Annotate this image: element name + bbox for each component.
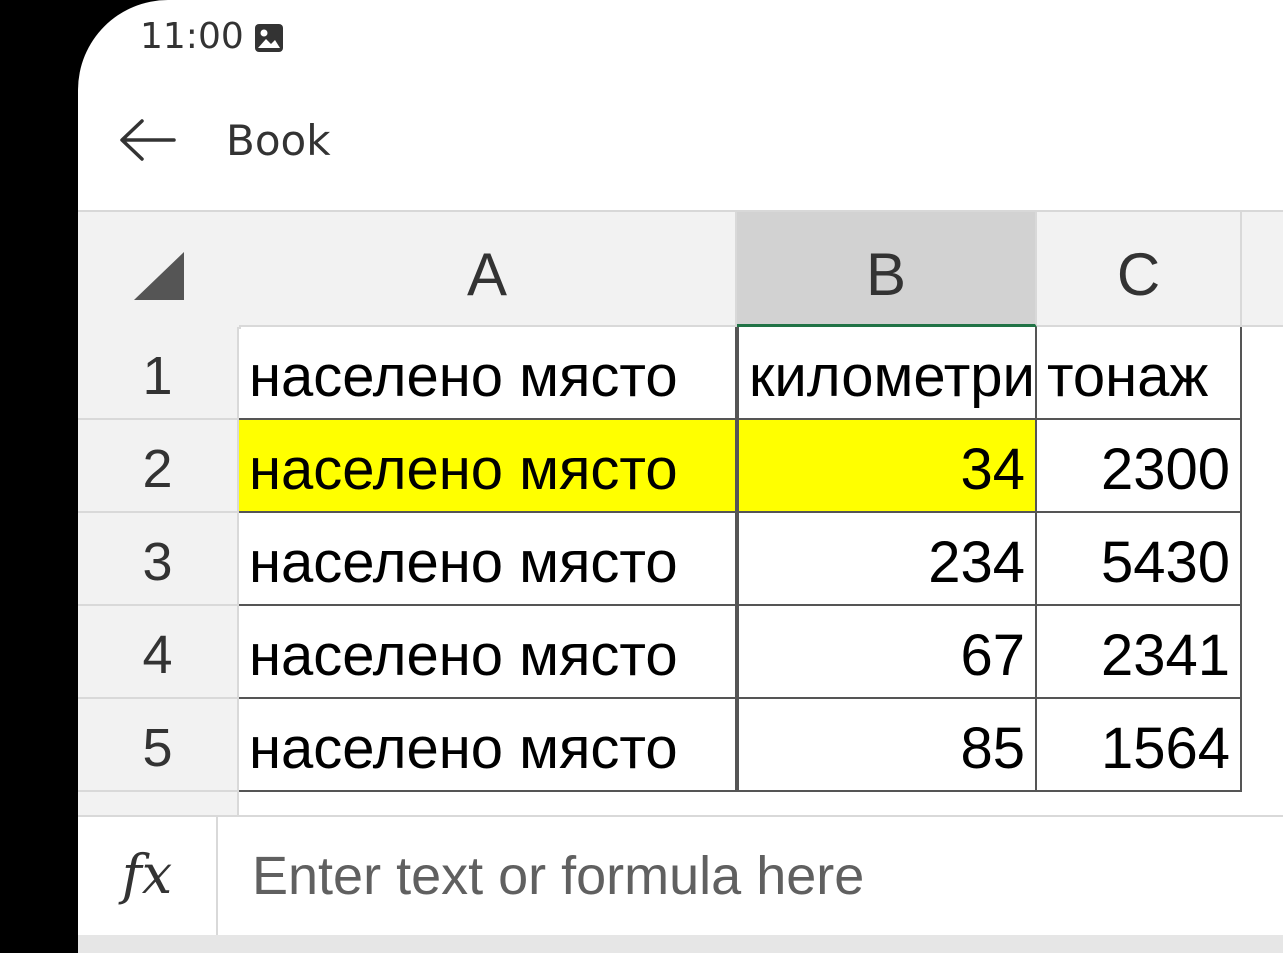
bottom-toolbar-edge: [78, 935, 1283, 953]
column-header-c[interactable]: C: [1037, 212, 1242, 327]
app-bar: Book: [78, 90, 1283, 190]
formula-input[interactable]: [238, 831, 1283, 921]
cell-b3[interactable]: 234: [737, 513, 1037, 606]
workbook-title: Book: [226, 116, 331, 165]
cell-a4[interactable]: населено място: [239, 606, 737, 699]
cell-c1[interactable]: тонаж: [1037, 327, 1242, 420]
cell-b4[interactable]: 67: [737, 606, 1037, 699]
image-notification-icon: [255, 24, 283, 52]
cell-a3[interactable]: населено място: [239, 513, 737, 606]
cell-b2[interactable]: 34: [737, 420, 1037, 513]
status-time: 11:00: [140, 16, 244, 57]
phone-screen: 11:00 Book A B C 1 населено място киломе…: [78, 0, 1283, 953]
select-all-corner[interactable]: [78, 212, 241, 329]
select-all-triangle-icon: [134, 252, 184, 300]
spreadsheet-grid[interactable]: A B C 1 населено място километри тонаж 2…: [78, 210, 1283, 817]
cell-c3[interactable]: 5430: [1037, 513, 1242, 606]
row-header-6-partial[interactable]: [78, 792, 239, 817]
cell-a2[interactable]: населено място: [239, 420, 737, 513]
fx-icon[interactable]: fx: [78, 817, 218, 935]
cell-a5[interactable]: населено място: [239, 699, 737, 792]
row-header-4[interactable]: 4: [78, 606, 239, 699]
cell-b5[interactable]: 85: [737, 699, 1037, 792]
row-header-1[interactable]: 1: [78, 327, 239, 420]
row-header-5[interactable]: 5: [78, 699, 239, 792]
column-header-b[interactable]: B: [737, 212, 1037, 327]
status-bar: 11:00: [78, 0, 1283, 80]
cell-b1[interactable]: километри: [737, 327, 1037, 420]
formula-bar: fx: [78, 815, 1283, 937]
cell-a1[interactable]: населено място: [239, 327, 737, 420]
column-header-d[interactable]: [1242, 212, 1283, 327]
row-header-2[interactable]: 2: [78, 420, 239, 513]
column-header-a[interactable]: A: [239, 212, 737, 327]
cell-c2[interactable]: 2300: [1037, 420, 1242, 513]
row-header-3[interactable]: 3: [78, 513, 239, 606]
back-arrow-icon[interactable]: [118, 118, 176, 162]
cell-c4[interactable]: 2341: [1037, 606, 1242, 699]
cell-c5[interactable]: 1564: [1037, 699, 1242, 792]
